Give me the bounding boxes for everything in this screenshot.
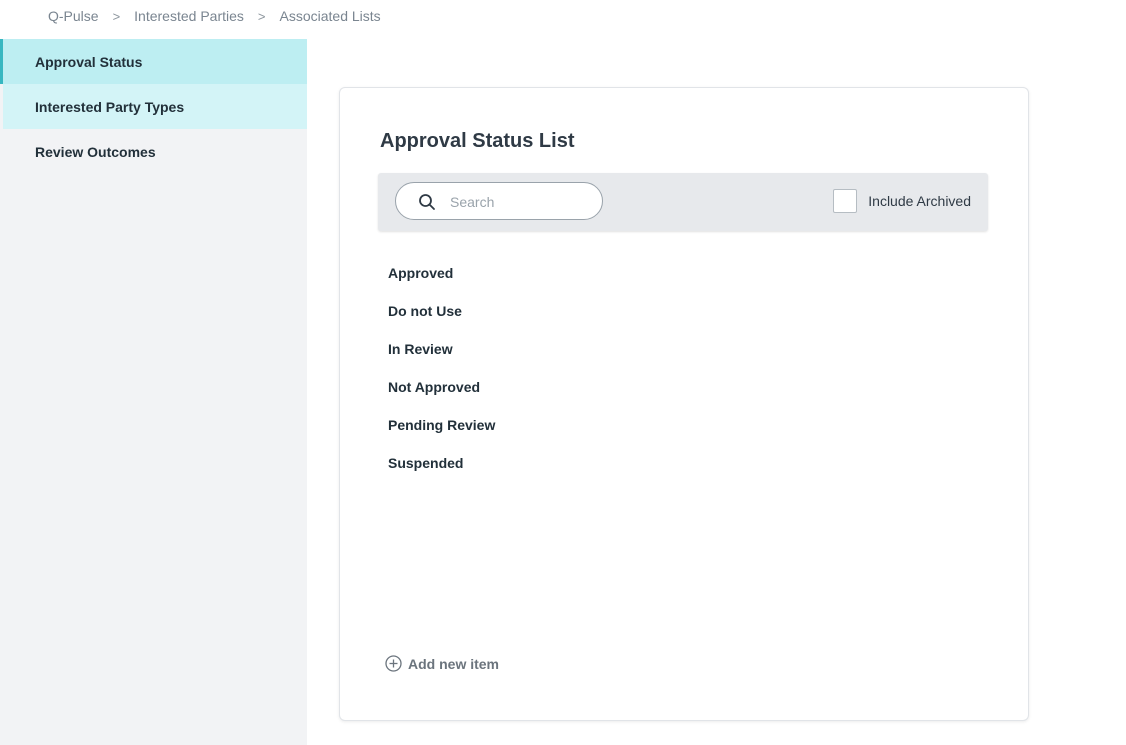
include-archived-toggle[interactable]: Include Archived bbox=[833, 189, 971, 213]
breadcrumb-q-pulse[interactable]: Q-Pulse bbox=[48, 8, 99, 24]
list-item-approved[interactable]: Approved bbox=[388, 263, 495, 301]
list-toolbar: Include Archived bbox=[378, 173, 988, 231]
sidebar: Approval Status Interested Party Types R… bbox=[0, 39, 307, 745]
status-list: Approved Do not Use In Review Not Approv… bbox=[388, 263, 495, 491]
add-new-item-label: Add new item bbox=[408, 655, 500, 672]
add-new-item-button[interactable]: Add new item bbox=[385, 655, 499, 672]
page-title: Approval Status List bbox=[380, 130, 575, 152]
include-archived-checkbox[interactable] bbox=[833, 189, 858, 213]
sidebar-item-interested-party-types[interactable]: Interested Party Types bbox=[3, 84, 307, 129]
list-item-in-review[interactable]: In Review bbox=[388, 339, 495, 377]
list-item-not-approved[interactable]: Not Approved bbox=[388, 377, 495, 415]
chevron-right-icon: > bbox=[257, 8, 266, 24]
search-input[interactable] bbox=[448, 189, 592, 215]
breadcrumb: Q-Pulse > Interested Parties > Associate… bbox=[0, 0, 381, 32]
sidebar-item-approval-status[interactable]: Approval Status bbox=[0, 39, 307, 84]
plus-circle-icon bbox=[385, 655, 402, 672]
breadcrumb-interested-parties[interactable]: Interested Parties bbox=[134, 8, 244, 24]
list-card: Approval Status List Include Archived Ap… bbox=[339, 87, 1029, 721]
list-item-pending-review[interactable]: Pending Review bbox=[388, 415, 495, 453]
chevron-right-icon: > bbox=[112, 8, 121, 24]
sidebar-item-review-outcomes[interactable]: Review Outcomes bbox=[0, 129, 307, 174]
list-item-do-not-use[interactable]: Do not Use bbox=[388, 301, 495, 339]
search-box[interactable] bbox=[395, 182, 603, 220]
breadcrumb-associated-lists: Associated Lists bbox=[279, 8, 381, 24]
search-icon bbox=[419, 194, 435, 210]
list-item-suspended[interactable]: Suspended bbox=[388, 453, 495, 491]
include-archived-label: Include Archived bbox=[868, 193, 971, 209]
